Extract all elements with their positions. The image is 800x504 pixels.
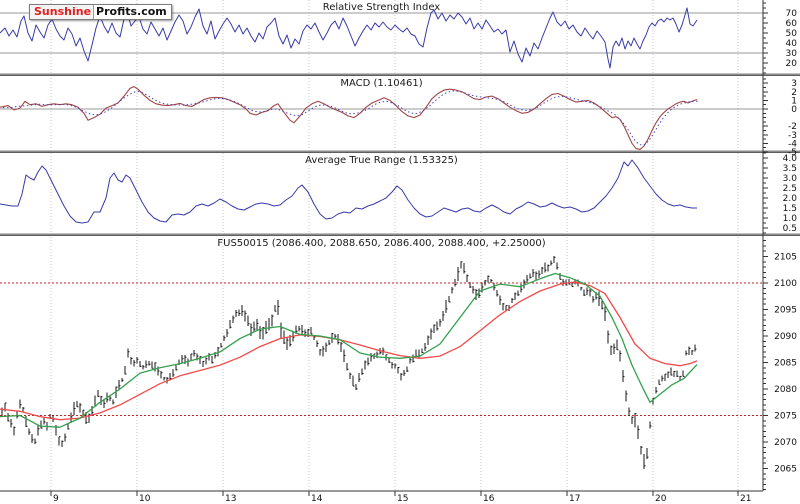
x-axis-label: 14 <box>311 494 323 504</box>
svg-text:3.5: 3.5 <box>783 164 797 174</box>
svg-text:2105: 2105 <box>774 253 797 263</box>
x-axis-label: 13 <box>225 494 236 504</box>
svg-text:2100: 2100 <box>774 279 797 289</box>
atr-panel-title: Average True Range (1.53325) <box>0 155 763 166</box>
svg-text:2070: 2070 <box>774 438 797 448</box>
price-axis-labels: 2105 2100 2095 2090 2085 2080 2075 2070 2065 <box>763 241 797 490</box>
price-panel-title: FUS50015 (2086.400, 2088.650, 2086.400, … <box>0 238 763 249</box>
svg-text:40: 40 <box>786 39 798 49</box>
svg-text:20: 20 <box>786 59 798 69</box>
macd-line <box>0 87 697 150</box>
chart-canvas: 7060504030203210-2-3-4-54.03.53.02.52.01… <box>0 0 800 504</box>
price-bar-close-ticks <box>2 257 697 465</box>
price-bars <box>2 256 695 469</box>
svg-text:2085: 2085 <box>774 359 797 369</box>
svg-text:50: 50 <box>786 29 798 39</box>
svg-text:0.5: 0.5 <box>783 224 797 234</box>
svg-text:0: 0 <box>791 105 797 115</box>
x-axis-label: 10 <box>139 494 151 504</box>
x-axis-label: 16 <box>483 494 495 504</box>
atr-axis-labels: 4.03.53.02.52.01.51.00.5 <box>763 153 797 234</box>
sunshineprofits-logo: Sunshine Profits.com <box>29 4 172 20</box>
svg-text:2065: 2065 <box>774 465 797 475</box>
macd-axis-labels: 3210-2-3-4-5 <box>763 79 797 158</box>
macd-signal-line <box>3 91 700 145</box>
svg-text:60: 60 <box>786 19 798 29</box>
svg-text:4.0: 4.0 <box>783 154 798 164</box>
bottom-axis: 9 10 13 14 15 16 17 20 21 <box>0 491 763 504</box>
svg-text:2090: 2090 <box>774 332 797 342</box>
atr-line <box>0 160 697 223</box>
x-axis-label: 9 <box>53 494 59 504</box>
x-axis-label: 15 <box>397 494 408 504</box>
svg-text:2.5: 2.5 <box>783 184 797 194</box>
macd-panel-title: MACD (1.10461) <box>0 78 763 89</box>
svg-text:2.0: 2.0 <box>783 194 798 204</box>
svg-text:2080: 2080 <box>774 385 797 395</box>
rsi-axis-labels: 706050403020 <box>763 3 797 73</box>
logo-text-sunshine: Sunshine <box>30 5 93 19</box>
svg-text:2095: 2095 <box>774 306 797 316</box>
ma-fast-line <box>0 274 697 428</box>
x-axis-label: 20 <box>655 494 667 504</box>
logo-text-profits: Profits.com <box>93 5 171 19</box>
svg-text:70: 70 <box>786 9 798 19</box>
svg-text:2075: 2075 <box>774 412 797 422</box>
price-dashed-levels <box>0 283 763 416</box>
x-axis-label: 17 <box>569 494 580 504</box>
chart-root: 7060504030203210-2-3-4-54.03.53.02.52.01… <box>0 0 800 504</box>
x-axis-label: 21 <box>740 494 751 504</box>
svg-text:1.5: 1.5 <box>783 204 797 214</box>
svg-text:3.0: 3.0 <box>783 174 798 184</box>
svg-text:1.0: 1.0 <box>783 214 798 224</box>
svg-text:30: 30 <box>786 49 798 59</box>
